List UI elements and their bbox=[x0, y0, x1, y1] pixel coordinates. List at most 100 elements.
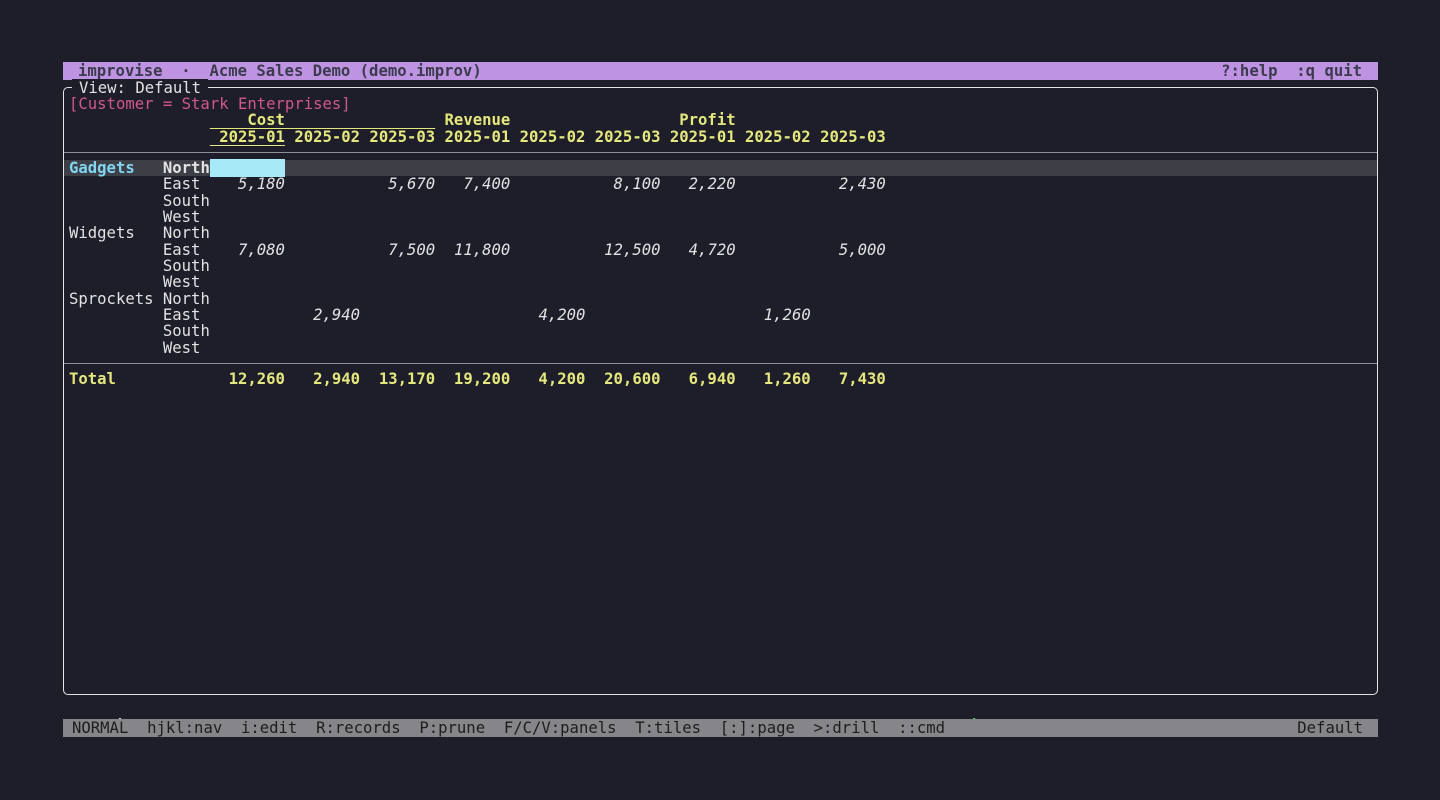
region-label[interactable]: East bbox=[163, 175, 210, 193]
region-label[interactable]: East bbox=[163, 241, 210, 259]
value-cell[interactable] bbox=[661, 322, 736, 340]
value-cell[interactable] bbox=[435, 159, 510, 177]
value-cell[interactable] bbox=[285, 322, 360, 340]
value-cell[interactable] bbox=[811, 306, 886, 324]
value-cell[interactable] bbox=[736, 339, 811, 357]
value-cell[interactable]: 5,000 bbox=[811, 241, 886, 259]
value-cell[interactable] bbox=[736, 322, 811, 340]
value-cell[interactable]: 12,500 bbox=[585, 241, 660, 259]
value-cell[interactable] bbox=[360, 159, 435, 177]
value-cell[interactable]: 11,800 bbox=[435, 241, 510, 259]
region-label[interactable]: West bbox=[163, 339, 210, 357]
value-cell[interactable] bbox=[811, 273, 886, 291]
value-cell[interactable] bbox=[210, 257, 285, 275]
product-label[interactable]: Gadgets bbox=[69, 159, 163, 177]
product-label[interactable] bbox=[69, 322, 163, 340]
value-cell[interactable] bbox=[210, 290, 285, 308]
value-cell[interactable] bbox=[585, 290, 660, 308]
value-cell[interactable] bbox=[736, 257, 811, 275]
product-label[interactable] bbox=[69, 273, 163, 291]
month-header[interactable]: 2025-02 bbox=[510, 128, 585, 146]
value-cell[interactable] bbox=[811, 322, 886, 340]
value-cell[interactable] bbox=[435, 273, 510, 291]
filter-chip[interactable]: [Customer = Stark Enterprises] bbox=[64, 96, 1377, 112]
product-label[interactable]: Widgets bbox=[69, 224, 163, 242]
value-cell[interactable] bbox=[661, 339, 736, 357]
value-cell[interactable] bbox=[736, 290, 811, 308]
quit-hint[interactable]: :q quit bbox=[1296, 62, 1362, 80]
value-cell[interactable] bbox=[210, 208, 285, 226]
month-header[interactable]: 2025-02 bbox=[736, 128, 811, 146]
value-cell[interactable] bbox=[661, 306, 736, 324]
region-label[interactable]: East bbox=[163, 306, 210, 324]
value-cell[interactable] bbox=[585, 208, 660, 226]
value-cell[interactable] bbox=[585, 322, 660, 340]
value-cell[interactable]: 8,100 bbox=[585, 175, 660, 193]
value-cell[interactable]: 5,670 bbox=[360, 175, 435, 193]
value-cell[interactable] bbox=[811, 290, 886, 308]
value-cell[interactable]: 7,500 bbox=[360, 241, 435, 259]
value-cell[interactable] bbox=[360, 208, 435, 226]
value-cell[interactable] bbox=[510, 290, 585, 308]
value-cell[interactable] bbox=[661, 290, 736, 308]
value-cell[interactable] bbox=[661, 159, 736, 177]
selected-cell[interactable] bbox=[210, 159, 285, 177]
value-cell[interactable] bbox=[285, 241, 360, 259]
value-cell[interactable] bbox=[285, 159, 360, 177]
value-cell[interactable] bbox=[585, 192, 660, 210]
value-cell[interactable] bbox=[811, 224, 886, 242]
value-cell[interactable] bbox=[285, 224, 360, 242]
value-cell[interactable] bbox=[285, 339, 360, 357]
product-label[interactable] bbox=[69, 208, 163, 226]
month-header[interactable]: 2025-01 bbox=[660, 128, 735, 146]
measure-header[interactable]: Profit bbox=[660, 111, 885, 129]
help-hint[interactable]: ?:help bbox=[1221, 62, 1277, 80]
value-cell[interactable] bbox=[210, 224, 285, 242]
value-cell[interactable] bbox=[360, 192, 435, 210]
value-cell[interactable] bbox=[360, 306, 435, 324]
value-cell[interactable] bbox=[510, 339, 585, 357]
value-cell[interactable] bbox=[210, 273, 285, 291]
value-cell[interactable] bbox=[435, 339, 510, 357]
value-cell[interactable] bbox=[285, 273, 360, 291]
value-cell[interactable] bbox=[661, 224, 736, 242]
value-cell[interactable] bbox=[811, 257, 886, 275]
value-cell[interactable]: 4,200 bbox=[510, 306, 585, 324]
value-cell[interactable] bbox=[510, 208, 585, 226]
value-cell[interactable] bbox=[661, 192, 736, 210]
region-label[interactable]: North bbox=[163, 224, 210, 242]
value-cell[interactable] bbox=[360, 339, 435, 357]
value-cell[interactable] bbox=[510, 322, 585, 340]
product-label[interactable] bbox=[69, 175, 163, 193]
value-cell[interactable]: 2,220 bbox=[661, 175, 736, 193]
value-cell[interactable] bbox=[736, 175, 811, 193]
region-label[interactable]: South bbox=[163, 192, 210, 210]
value-cell[interactable] bbox=[811, 339, 886, 357]
value-cell[interactable] bbox=[736, 241, 811, 259]
region-label[interactable]: West bbox=[163, 208, 210, 226]
value-cell[interactable] bbox=[736, 208, 811, 226]
value-cell[interactable] bbox=[510, 159, 585, 177]
product-label[interactable] bbox=[69, 306, 163, 324]
value-cell[interactable] bbox=[360, 290, 435, 308]
month-header[interactable]: 2025-03 bbox=[811, 128, 886, 146]
value-cell[interactable] bbox=[811, 192, 886, 210]
month-header[interactable]: 2025-03 bbox=[585, 128, 660, 146]
value-cell[interactable] bbox=[585, 339, 660, 357]
value-cell[interactable]: 7,400 bbox=[435, 175, 510, 193]
value-cell[interactable] bbox=[435, 257, 510, 275]
value-cell[interactable] bbox=[510, 175, 585, 193]
value-cell[interactable] bbox=[585, 273, 660, 291]
value-cell[interactable]: 7,080 bbox=[210, 241, 285, 259]
value-cell[interactable] bbox=[435, 290, 510, 308]
product-label[interactable] bbox=[69, 257, 163, 275]
region-label[interactable]: South bbox=[163, 322, 210, 340]
value-cell[interactable] bbox=[811, 159, 886, 177]
value-cell[interactable] bbox=[585, 257, 660, 275]
value-cell[interactable] bbox=[210, 306, 285, 324]
product-label[interactable] bbox=[69, 192, 163, 210]
value-cell[interactable]: 2,940 bbox=[285, 306, 360, 324]
product-label[interactable]: Sprockets bbox=[69, 290, 163, 308]
value-cell[interactable] bbox=[585, 159, 660, 177]
value-cell[interactable] bbox=[661, 273, 736, 291]
